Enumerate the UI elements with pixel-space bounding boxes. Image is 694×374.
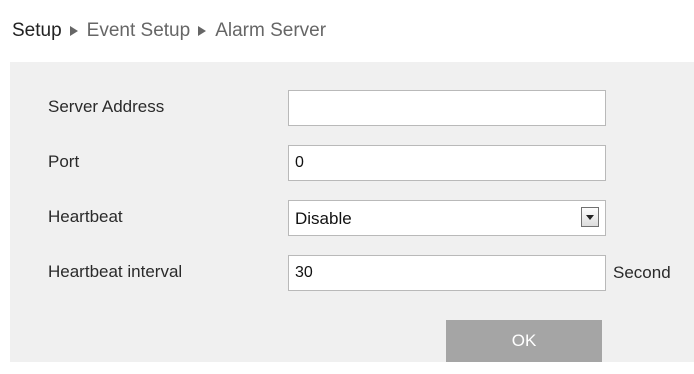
heartbeat-interval-label: Heartbeat interval <box>48 262 183 281</box>
breadcrumb-arrow-icon <box>198 26 207 36</box>
server-address-row: Server Address <box>10 90 694 126</box>
breadcrumb: Setup Event Setup Alarm Server <box>0 0 694 62</box>
heartbeat-selected-value: Disable <box>295 209 352 228</box>
heartbeat-select[interactable]: Disable <box>288 200 606 236</box>
server-address-input[interactable] <box>288 90 606 126</box>
heartbeat-label: Heartbeat <box>48 207 123 226</box>
port-input[interactable] <box>288 145 606 181</box>
server-address-label: Server Address <box>48 97 165 116</box>
breadcrumb-setup[interactable]: Setup <box>12 20 62 42</box>
heartbeat-interval-input[interactable] <box>288 255 606 291</box>
breadcrumb-event-setup[interactable]: Event Setup <box>87 20 191 42</box>
heartbeat-row: Heartbeat Disable <box>10 200 694 236</box>
settings-panel: Server Address Port Heartbeat Disable He… <box>10 62 694 362</box>
port-row: Port <box>10 145 694 181</box>
heartbeat-interval-unit: Second <box>613 263 671 282</box>
chevron-down-icon[interactable] <box>581 207 599 227</box>
breadcrumb-alarm-server: Alarm Server <box>215 20 327 41</box>
heartbeat-interval-row: Heartbeat interval Second <box>10 255 694 291</box>
ok-button[interactable]: OK <box>446 320 602 362</box>
breadcrumb-arrow-icon <box>69 26 78 36</box>
alarm-server-page: Setup Event Setup Alarm Server Server Ad… <box>0 0 694 374</box>
port-label: Port <box>48 152 80 171</box>
